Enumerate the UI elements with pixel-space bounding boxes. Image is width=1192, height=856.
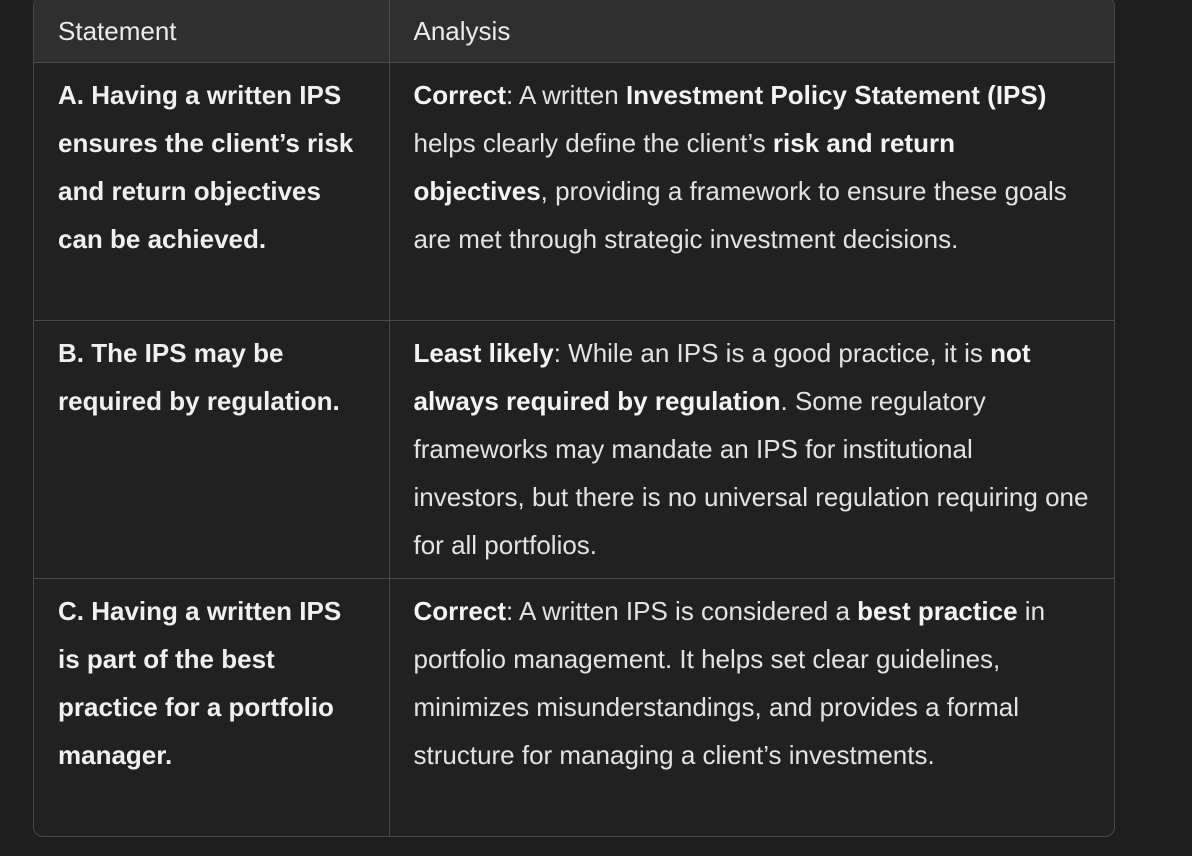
analysis-cell: Correct: A written Investment Policy Sta…: [388, 62, 1114, 321]
table-row: B. The IPS may be required by regulation…: [34, 320, 1114, 579]
table-row: C. Having a written IPS is part of the b…: [34, 578, 1114, 836]
analysis-text: : A written IPS is considered a: [505, 595, 858, 626]
emphasized-text: Least likely: [413, 337, 554, 368]
analysis-cell: Correct: A written IPS is considered a b…: [388, 578, 1114, 836]
table-header-row: Statement Analysis: [34, 0, 1114, 63]
statement-cell: A. Having a written IPS ensures the clie…: [34, 62, 389, 321]
analysis-text: : A written: [505, 79, 626, 110]
statement-cell: B. The IPS may be required by regulation…: [34, 320, 389, 579]
statement-analysis-table: Statement Analysis A. Having a written I…: [34, 0, 1114, 836]
analysis-text: : While an IPS is a good practice, it is: [553, 337, 991, 368]
analysis-text: helps clearly define the client’s: [413, 127, 773, 158]
emphasized-text: Correct: [413, 79, 506, 110]
comparison-table: Statement Analysis A. Having a written I…: [33, 0, 1115, 837]
emphasized-text: Correct: [413, 595, 506, 626]
header-statement: Statement: [34, 0, 389, 63]
statement-cell: C. Having a written IPS is part of the b…: [58, 595, 342, 770]
header-analysis: Analysis: [388, 0, 1114, 63]
analysis-cell: Least likely: While an IPS is a good pra…: [388, 320, 1114, 579]
table-row: A. Having a written IPS ensures the clie…: [34, 62, 1114, 321]
emphasized-text: best practice: [857, 595, 1018, 626]
emphasized-text: Investment Policy Statement (IPS): [625, 79, 1047, 110]
